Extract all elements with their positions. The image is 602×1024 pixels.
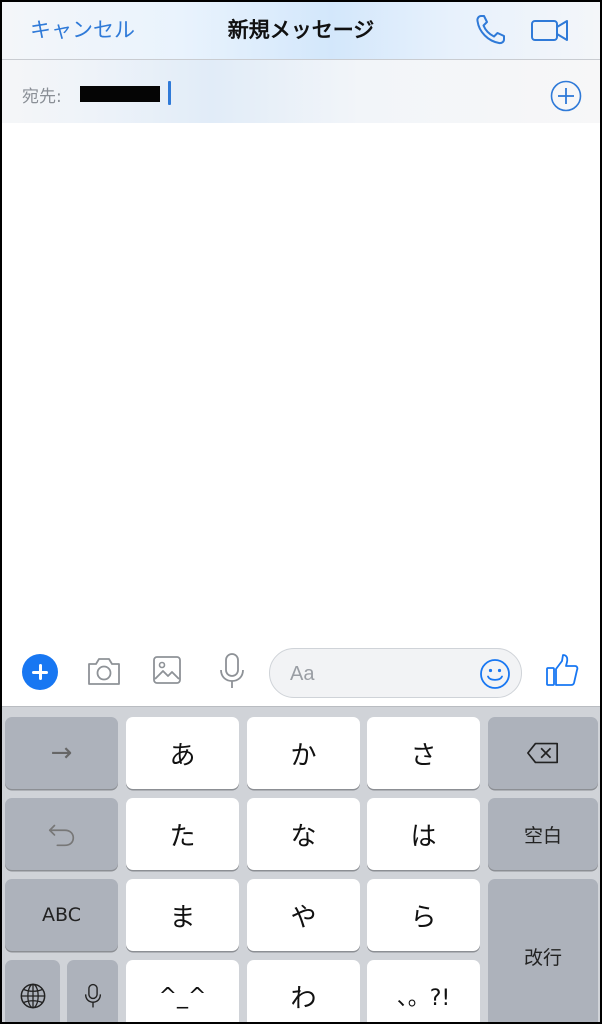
arrow-right-label: →	[50, 738, 73, 768]
return-key[interactable]: 改行	[488, 879, 598, 1022]
message-box	[269, 648, 522, 698]
plus-circle-icon[interactable]	[550, 80, 582, 112]
cancel-button[interactable]: キャンセル	[30, 14, 135, 44]
key-ha[interactable]: は	[367, 798, 480, 870]
key-a[interactable]: あ	[126, 717, 239, 789]
backspace-icon	[527, 742, 559, 764]
abc-key[interactable]: ABC	[5, 879, 118, 951]
conversation-area	[2, 123, 600, 642]
globe-key[interactable]	[5, 960, 60, 1022]
space-key[interactable]: 空白	[488, 798, 598, 870]
key-na[interactable]: な	[247, 798, 360, 870]
thumbs-up-icon[interactable]	[545, 652, 579, 688]
undo-icon	[48, 824, 74, 847]
recipient-chip-redacted[interactable]	[80, 86, 160, 102]
cursor-right-key[interactable]: →	[5, 717, 118, 789]
key-wa[interactable]: わ	[247, 960, 360, 1022]
key-kaomoji[interactable]: ^_^	[126, 960, 239, 1022]
microphone-icon	[84, 983, 101, 1008]
recipient-label: 宛先:	[22, 87, 62, 107]
key-ra[interactable]: ら	[367, 879, 480, 951]
video-camera-icon[interactable]	[529, 12, 571, 48]
image-icon[interactable]	[152, 654, 182, 686]
plus-icon[interactable]	[22, 654, 58, 690]
key-punctuation[interactable]: 、。?!	[367, 960, 480, 1022]
navigation-bar: キャンセル 新規メッセージ	[2, 2, 600, 60]
message-input[interactable]	[290, 659, 470, 689]
key-ya[interactable]: や	[247, 879, 360, 951]
key-sa[interactable]: さ	[367, 717, 480, 789]
key-ka[interactable]: か	[247, 717, 360, 789]
japanese-kana-keyboard: → あ か さ た な は 空白 ABC ま や ら 改行 ^_^ わ 、。?!	[2, 706, 600, 1022]
composer-bar	[2, 642, 600, 706]
app-window: キャンセル 新規メッセージ 宛先: Aa → あ か さ た な は 空白 AB…	[2, 2, 600, 1022]
smiley-icon[interactable]	[479, 658, 511, 690]
globe-icon	[20, 983, 45, 1009]
backspace-key[interactable]	[488, 717, 598, 789]
recipient-input[interactable]	[164, 78, 504, 108]
microphone-icon[interactable]	[218, 652, 246, 690]
key-ma[interactable]: ま	[126, 879, 239, 951]
undo-key[interactable]	[5, 798, 118, 870]
key-ta[interactable]: た	[126, 798, 239, 870]
camera-icon[interactable]	[86, 654, 122, 688]
recipient-row: 宛先:	[2, 60, 600, 123]
phone-icon[interactable]	[472, 12, 510, 48]
dictation-key[interactable]	[67, 960, 118, 1022]
